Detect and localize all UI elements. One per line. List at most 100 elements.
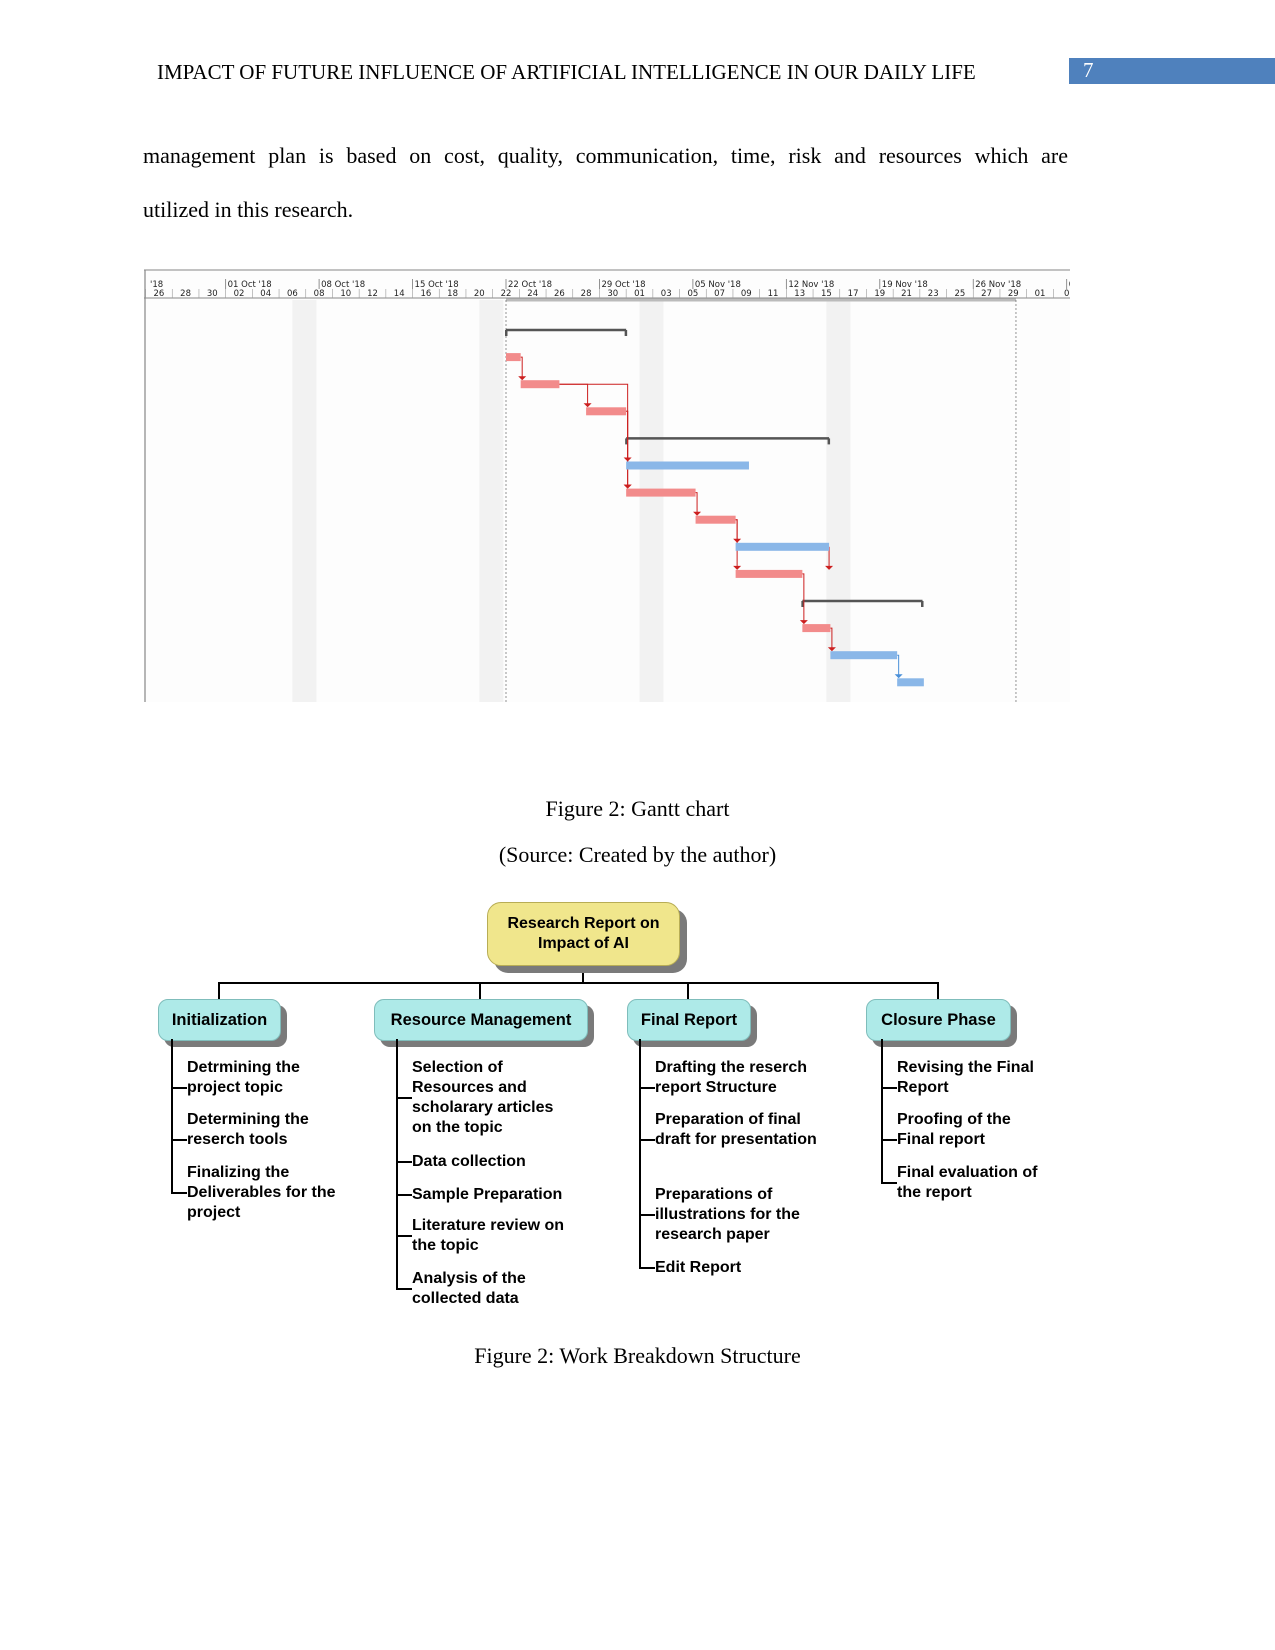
wbs-branch-connector [639, 1267, 655, 1269]
task-bar [626, 461, 749, 470]
task-bar [830, 651, 898, 660]
critical-task-bar [586, 407, 627, 416]
minor-tick-label: 22 [501, 289, 512, 299]
minor-tick-label: 12 [367, 289, 378, 299]
minor-tick-label: 23 [928, 289, 939, 299]
wbs-work-item-line: Detrmining the [187, 1059, 300, 1076]
gantt-background [144, 269, 1070, 702]
wbs-root-line-2: Impact of AI [538, 935, 629, 952]
wbs-horizontal-connector [218, 982, 939, 984]
wbs-branch-connector [171, 1192, 187, 1194]
wbs-work-item-line: Literature review on [412, 1217, 565, 1234]
wbs-work-item-line: illustrations for the [655, 1206, 800, 1223]
wbs-branch-connector [881, 1182, 897, 1184]
minor-tick-label: 06 [287, 289, 298, 299]
wbs-phase-initialization: Initialization [158, 999, 281, 1041]
minor-tick-label: 03 [661, 289, 672, 299]
wbs-work-item: Preparations of illustrations for the rese… [655, 1185, 800, 1245]
body-text-line-1: management plan is based on cost, qualit… [143, 143, 1068, 168]
minor-tick-label: 14 [394, 289, 405, 299]
wbs-connector-phase-2 [479, 982, 481, 1000]
wbs-branch-connector [396, 1235, 412, 1237]
wbs-vertical-connector [396, 1039, 398, 1290]
wbs-phase-resource-management: Resource Management [374, 999, 588, 1041]
wbs-vertical-connector [171, 1039, 173, 1194]
wbs-work-item-line: the report [897, 1184, 972, 1201]
minor-tick-label: 01 [634, 289, 645, 299]
wbs-connector-phase-1 [218, 982, 220, 1000]
critical-task-bar [695, 515, 736, 524]
nonworking-band [639, 300, 664, 702]
minor-tick-label: 08 [314, 289, 325, 299]
minor-tick-label: 11 [768, 289, 779, 299]
minor-tick-label: 04 [260, 289, 271, 299]
wbs-work-item-line: Drafting the reserch [655, 1059, 808, 1076]
wbs-root-node: Research Report on Impact of AI [487, 902, 680, 966]
wbs-work-item-line: collected data [412, 1290, 519, 1307]
summary-bar-end-cap [827, 438, 831, 445]
wbs-work-item-line: scholarary articles [412, 1099, 554, 1116]
body-text-line-2: utilized in this research. [143, 197, 354, 222]
wbs-work-item: Drafting the reserch report Structure [655, 1058, 807, 1098]
wbs-work-item-line: project [187, 1204, 241, 1221]
task-bar [897, 678, 924, 687]
summary-bar-start-cap [505, 330, 508, 336]
wbs-work-item: Determining the reserch tools [187, 1110, 309, 1150]
wbs-branch-connector [396, 1161, 412, 1163]
gantt-caption: Figure 2: Gantt chart [545, 796, 730, 821]
critical-task-bar [506, 353, 521, 362]
minor-tick-label: 26 [554, 289, 565, 299]
wbs-work-item-line: Deliverables for the [187, 1184, 336, 1201]
wbs-branch-connector [881, 1139, 897, 1141]
critical-task-bar [735, 569, 803, 578]
wbs-work-item: Detrmining the project topic [187, 1058, 300, 1098]
wbs-work-item-line: Data collection [412, 1153, 526, 1170]
wbs-work-item: Finalizing the Deliverables for the projec… [187, 1163, 336, 1223]
minor-tick-label: 28 [581, 289, 592, 299]
wbs-work-item-line: Resources and [412, 1079, 527, 1096]
minor-tick-label: 13 [794, 289, 805, 299]
wbs-root-connector [582, 964, 584, 983]
page-number-box [1069, 58, 1275, 84]
nonworking-band [826, 300, 851, 702]
summary-bar-end-cap [624, 330, 628, 336]
wbs-branch-connector [639, 1139, 655, 1141]
minor-tick-label: 09 [741, 289, 752, 299]
minor-tick-label: 05 [687, 289, 698, 299]
wbs-work-item: Edit Report [655, 1258, 741, 1278]
minor-tick-label: 30 [207, 289, 218, 299]
gantt-svg: '18 01 Oct '18 08 Oct '18 15 Oct '18 22 Oct … [144, 269, 1070, 702]
wbs-work-item-line: research paper [655, 1226, 770, 1243]
minor-tick-label: 18 [447, 289, 458, 299]
wbs-work-item: Literature review on the topic [412, 1216, 564, 1256]
page-number: 7 [1083, 58, 1094, 82]
wbs-work-item-line: Selection of [412, 1059, 503, 1076]
wbs-branch-connector [396, 1288, 412, 1290]
wbs-work-item-line: Edit Report [655, 1259, 742, 1276]
wbs-branch-connector [396, 1194, 412, 1196]
minor-tick-label: 21 [901, 289, 912, 299]
wbs-work-item: Proofing of the Final report [897, 1110, 1011, 1150]
gantt-source-caption: (Source: Created by the author) [498, 842, 777, 867]
wbs-caption: Figure 2: Work Breakdown Structure [474, 1343, 801, 1368]
wbs-work-item: Analysis of the collected data [412, 1269, 526, 1309]
wbs-work-item-line: Final evaluation of [897, 1164, 1038, 1181]
wbs-work-item-line: project topic [187, 1079, 284, 1096]
wbs-connector-phase-4 [937, 982, 939, 1000]
wbs-phase-label: Closure Phase [881, 1010, 996, 1029]
wbs-work-item: Preparation of final draft for presentati… [655, 1110, 817, 1150]
wbs-work-item-line: Determining the [187, 1111, 309, 1128]
wbs-branch-connector [396, 1097, 412, 1099]
minor-tick-label: 30 [607, 289, 618, 299]
minor-tick-label: 24 [527, 289, 538, 299]
wbs-phase-closure: Closure Phase [866, 999, 1011, 1041]
minor-tick-label: 02 [234, 289, 245, 299]
minor-tick-label: 29 [1008, 289, 1019, 299]
wbs-work-item-line: on the topic [412, 1119, 503, 1136]
minor-tick-label: 07 [714, 289, 725, 299]
wbs-phase-label: Final Report [640, 1010, 738, 1029]
summary-bar-end-cap [921, 601, 924, 607]
critical-task-bar [520, 380, 560, 389]
wbs-work-item-line: Preparation of final [655, 1111, 801, 1128]
minor-tick-label: 0 [1064, 289, 1069, 299]
